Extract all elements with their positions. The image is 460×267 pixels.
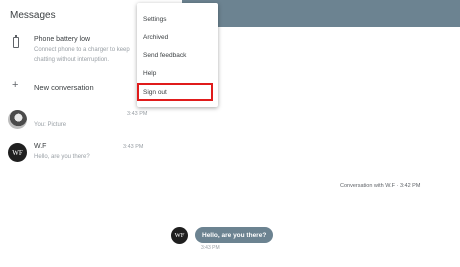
- battery-notice-title: Phone battery low: [34, 36, 91, 43]
- conversation-header: Conversation with W.F · 3:42 PM: [340, 183, 421, 189]
- menu-item-archived[interactable]: Archived: [143, 34, 168, 41]
- menu-item-settings[interactable]: Settings: [143, 16, 167, 23]
- conversation-name[interactable]: W.F: [34, 143, 46, 150]
- avatar[interactable]: WF: [8, 143, 27, 162]
- sign-out-highlight-box: [137, 83, 213, 101]
- battery-notice-subtitle: Connect phone to a charger to keep chatt…: [34, 47, 130, 63]
- conversation-header-time: 3:42 PM: [399, 183, 421, 189]
- conversation-preview[interactable]: Hello, are you there?: [34, 154, 90, 160]
- app-title: Messages: [10, 10, 56, 21]
- conversation-header-title: Conversation with W.F: [340, 183, 396, 189]
- menu-item-help[interactable]: Help: [143, 70, 156, 77]
- menu-item-send-feedback[interactable]: Send feedback: [143, 52, 186, 59]
- conversation-time: 3:43 PM: [127, 111, 148, 117]
- conversation-time: 3:43 PM: [123, 144, 144, 150]
- header-band: [182, 0, 460, 27]
- new-conversation-button[interactable]: New conversation: [34, 83, 94, 92]
- avatar: WF: [171, 227, 188, 244]
- plus-icon[interactable]: +: [12, 80, 18, 91]
- message-bubble[interactable]: Hello, are you there?: [195, 227, 274, 243]
- avatar[interactable]: [8, 110, 27, 129]
- battery-icon: [13, 35, 19, 48]
- conversation-preview[interactable]: You: Picture: [34, 122, 66, 128]
- message-time: 3:43 PM: [201, 245, 220, 251]
